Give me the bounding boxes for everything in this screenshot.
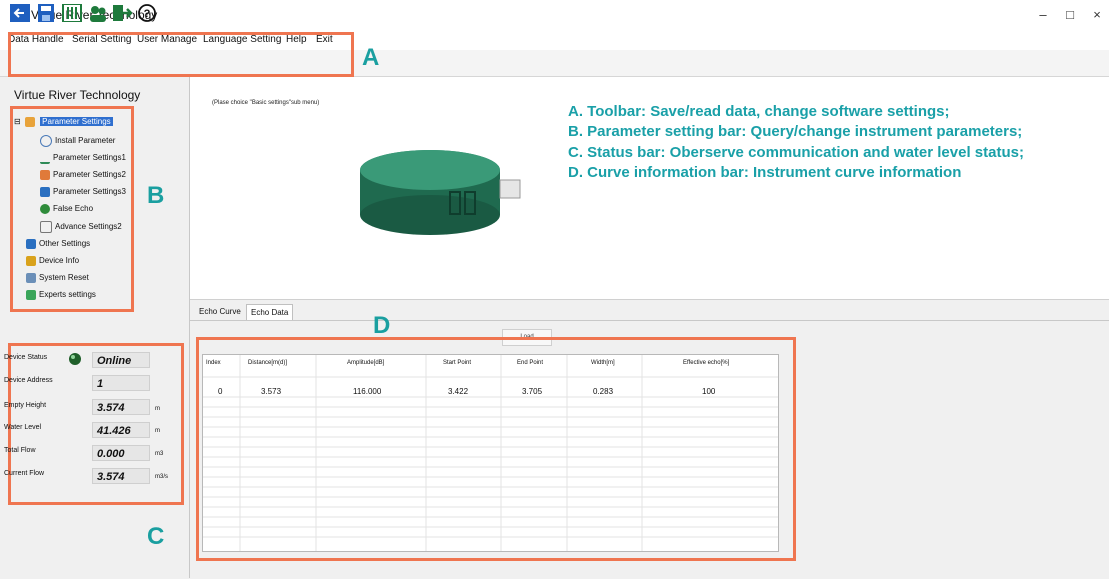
device-status-value: Online — [92, 352, 150, 368]
status-led-icon — [69, 353, 81, 365]
annotation-letter-a: A — [362, 44, 380, 71]
device-address-value: 1 — [92, 375, 150, 391]
hint-text: (Plase choice "Basic settings"sub menu) — [212, 100, 320, 106]
legend-line-b: B. Parameter setting bar: Query/change i… — [568, 123, 1023, 140]
status-label: Device Address — [4, 377, 53, 384]
current-flow-value: 3.574 — [92, 468, 150, 484]
users-icon[interactable] — [88, 4, 108, 22]
status-unit: m3/s — [155, 474, 169, 480]
legend-line-a: A. Toolbar: Save/read data, change softw… — [568, 103, 950, 120]
tab-echo-data[interactable]: Echo Data — [246, 304, 294, 321]
annotation-letter-b: B — [147, 182, 165, 209]
status-unit: m — [155, 428, 160, 434]
legend-line-c: C. Status bar: Oberserve communication a… — [568, 144, 1024, 161]
status-unit: m3 — [155, 451, 164, 457]
status-label: Empty Height — [4, 402, 47, 409]
maximize-button[interactable]: □ — [1058, 6, 1082, 24]
device-image — [360, 150, 521, 235]
svg-text:?: ? — [144, 8, 151, 20]
help-icon[interactable]: ? — [137, 4, 157, 22]
annotation-box-b — [10, 106, 134, 312]
annotation-letter-c: C — [147, 523, 165, 550]
save-icon[interactable] — [36, 4, 56, 22]
legend-line-d: D. Curve information bar: Instrument cur… — [568, 164, 962, 181]
annotation-box-d — [196, 337, 796, 561]
close-button[interactable]: × — [1085, 6, 1109, 24]
status-unit: m — [155, 406, 160, 412]
total-flow-value: 0.000 — [92, 445, 150, 461]
status-label: Water Level — [4, 424, 42, 431]
water-level-value: 41.426 — [92, 422, 150, 438]
annotation-letter-d: D — [373, 312, 391, 339]
back-icon[interactable] — [10, 4, 30, 22]
status-label: Total Flow — [4, 447, 36, 454]
empty-height-value: 3.574 — [92, 399, 150, 415]
annotation-box-a — [8, 32, 354, 77]
left-panel-title: Virtue River Technology — [14, 88, 141, 102]
device-status-label: Device Status — [4, 354, 48, 361]
title-bar — [0, 0, 1109, 30]
minimize-button[interactable]: – — [1031, 6, 1055, 24]
status-label: Current Flow — [4, 470, 45, 477]
exit-icon[interactable] — [112, 4, 132, 22]
tab-echo-curve[interactable]: Echo Curve — [195, 304, 245, 320]
settings-sliders-icon[interactable] — [62, 4, 82, 22]
